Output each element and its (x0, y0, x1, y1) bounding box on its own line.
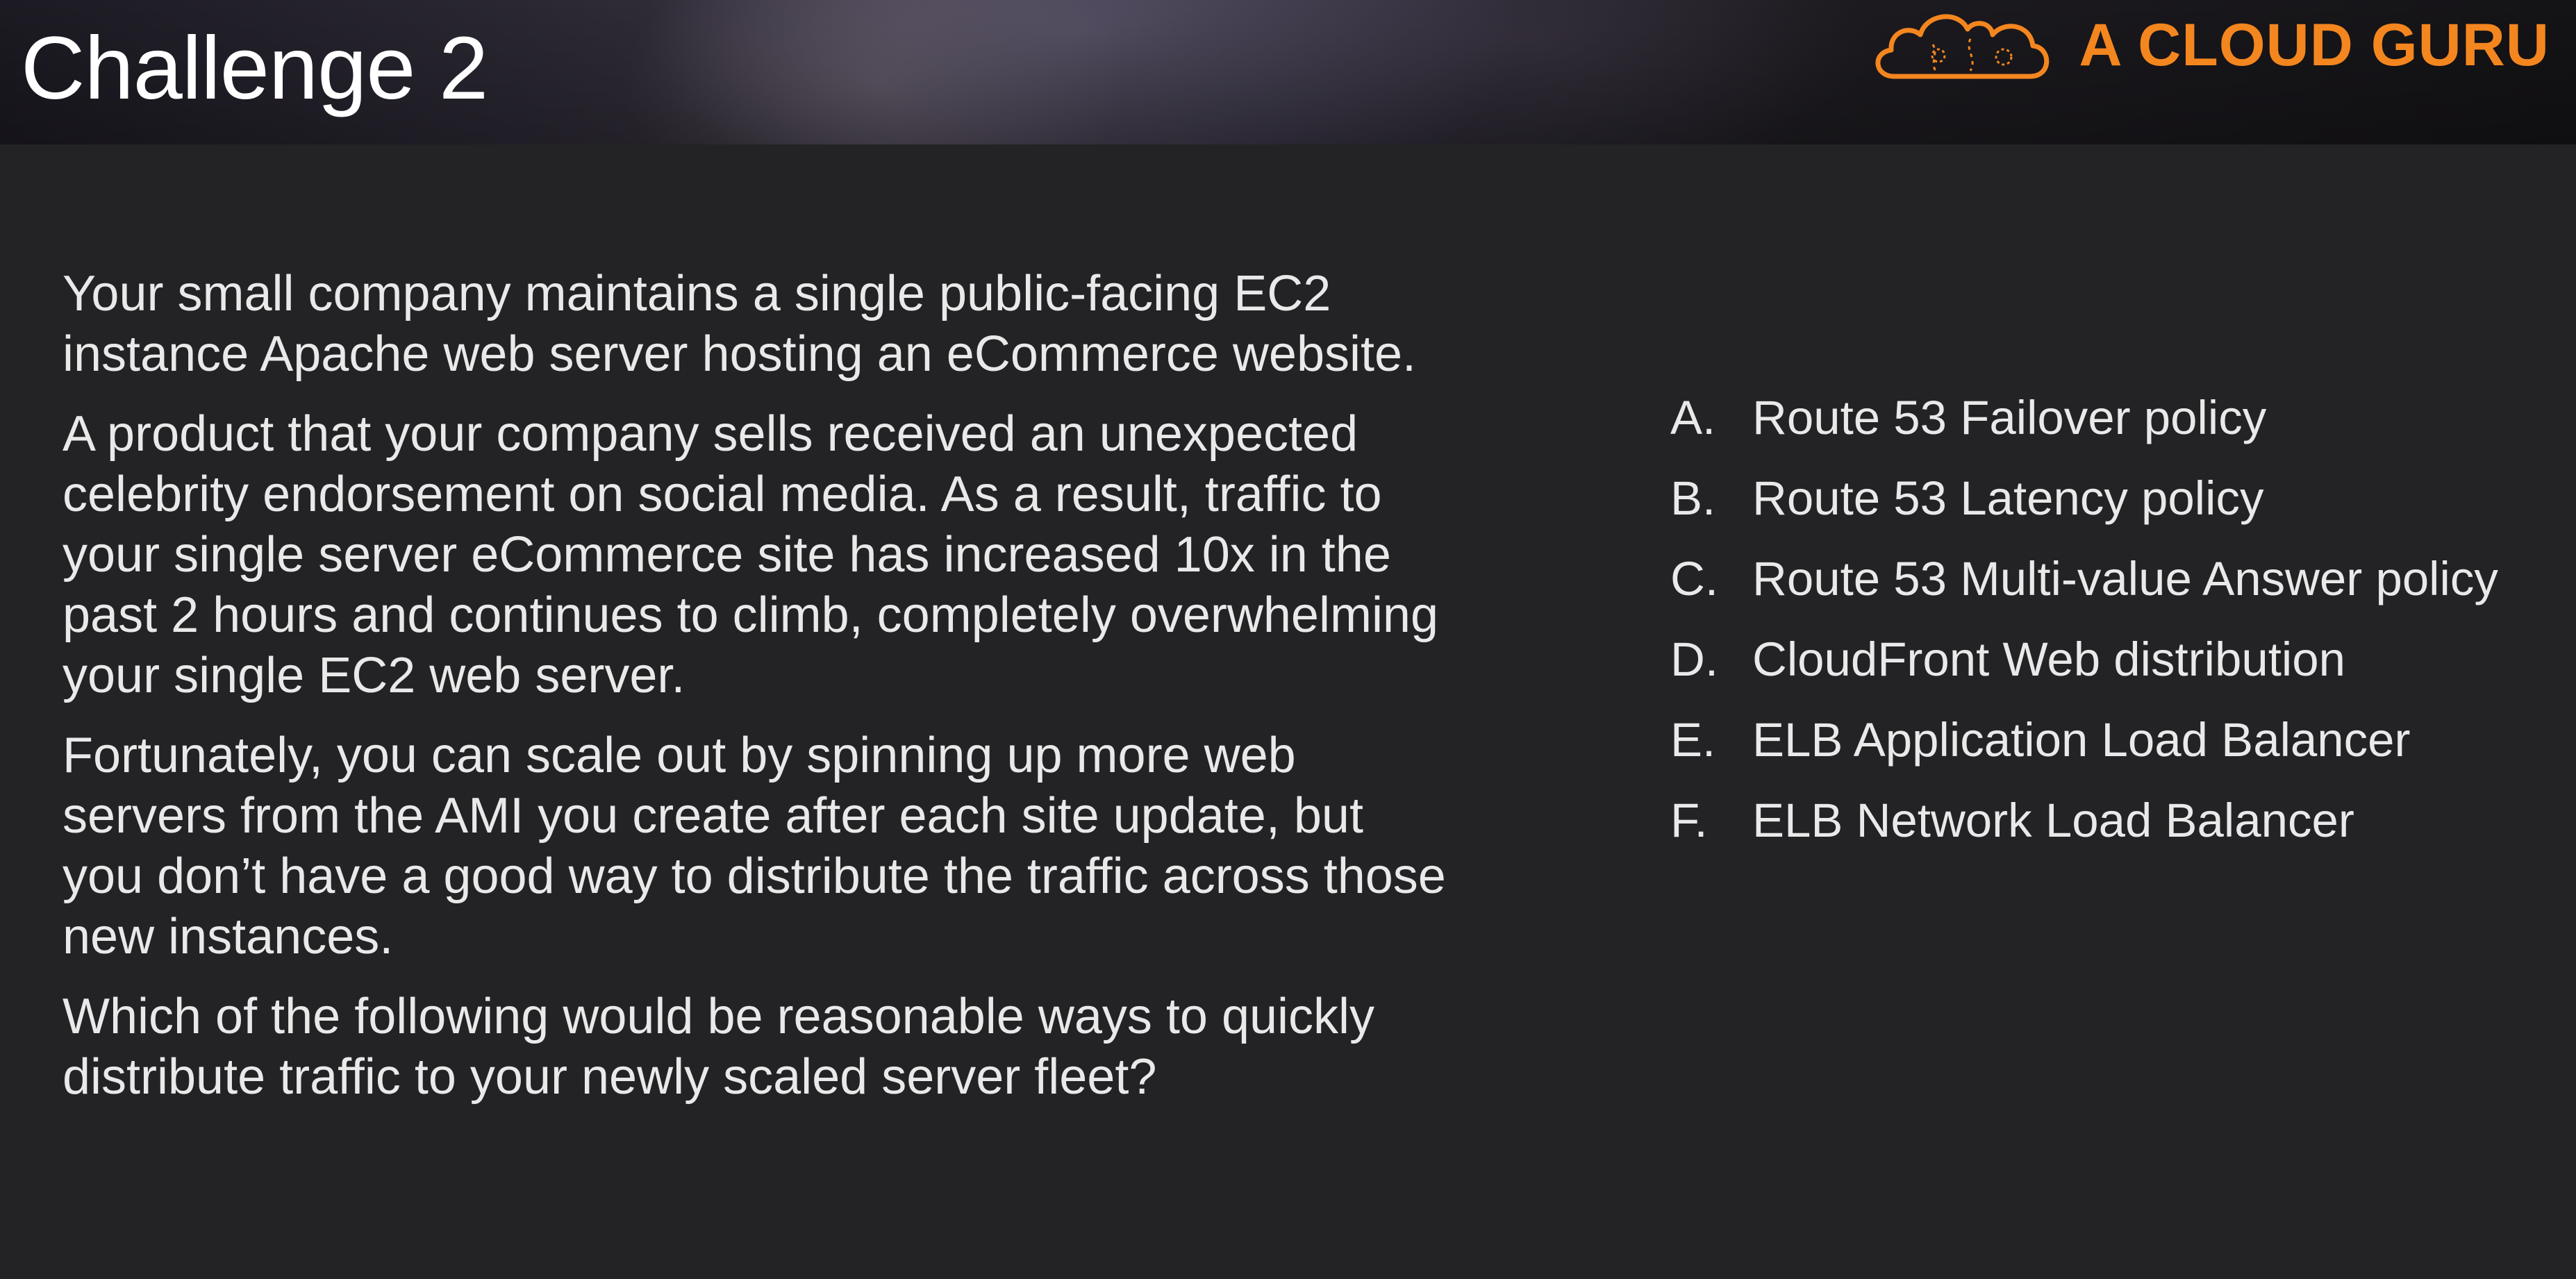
option-c: C. Route 53 Multi-value Answer policy (1670, 550, 2545, 608)
option-letter: A. (1670, 391, 1716, 444)
question-text: Your small company maintains a single pu… (63, 264, 1452, 1127)
option-text: CloudFront Web distribution (1752, 633, 2345, 686)
option-letter: B. (1670, 471, 1716, 525)
question-paragraph: Your small company maintains a single pu… (63, 266, 1417, 382)
option-text: ELB Network Load Balancer (1752, 794, 2354, 847)
option-letter: F. (1670, 794, 1708, 847)
question-prompt: Which of the following would be reasonab… (63, 989, 1375, 1105)
option-text: Route 53 Failover policy (1752, 391, 2267, 444)
header-banner: Challenge 2 A CLOUD GURU (0, 0, 2576, 144)
question-paragraph: A product that your company sells receiv… (63, 406, 1439, 703)
brand-name: A CLOUD GURU (2079, 12, 2550, 78)
option-a: A. Route 53 Failover policy (1670, 389, 2545, 447)
cloud-logo-icon (1875, 14, 2050, 79)
option-letter: C. (1670, 552, 1718, 605)
option-f: F. ELB Network Load Balancer (1670, 792, 2545, 850)
question-paragraph: Fortunately, you can scale out by spinni… (63, 728, 1446, 964)
option-b: B. Route 53 Latency policy (1670, 469, 2545, 528)
option-e: E. ELB Application Load Balancer (1670, 711, 2545, 769)
option-text: Route 53 Multi-value Answer policy (1752, 552, 2498, 605)
option-d: D. CloudFront Web distribution (1670, 630, 2545, 689)
brand: A CLOUD GURU (1866, 4, 2550, 86)
option-letter: E. (1670, 713, 1716, 767)
option-text: Route 53 Latency policy (1752, 471, 2264, 525)
answer-options: A. Route 53 Failover policy B. Route 53 … (1670, 389, 2545, 872)
option-text: ELB Application Load Balancer (1752, 713, 2411, 767)
slide-title: Challenge 2 (21, 19, 488, 118)
option-letter: D. (1670, 633, 1718, 686)
